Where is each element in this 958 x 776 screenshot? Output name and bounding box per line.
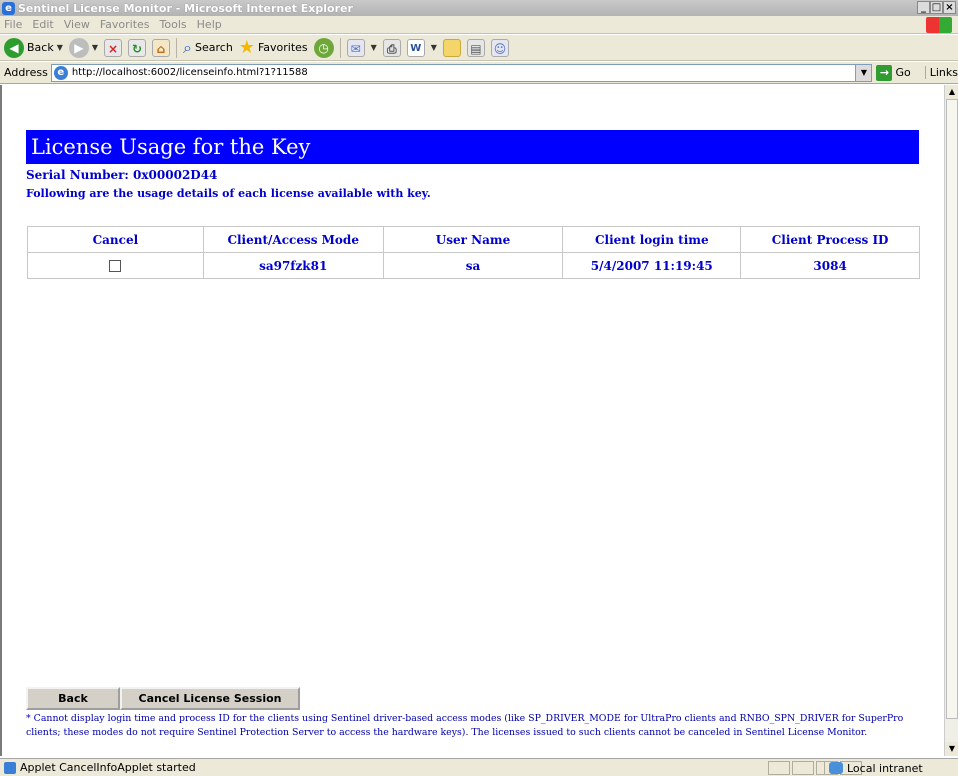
chevron-down-icon[interactable]: ▼ (371, 43, 377, 52)
messenger-icon[interactable]: ☺ (490, 38, 509, 57)
cancel-cell (27, 252, 204, 279)
address-label: Address (4, 66, 48, 79)
minimize-button[interactable]: _ (917, 1, 930, 14)
stop-icon[interactable]: × (104, 38, 123, 57)
cancel-checkbox[interactable] (109, 260, 122, 272)
favorites-button[interactable]: ★ Favorites (239, 37, 308, 58)
header-user-name: User Name (382, 226, 564, 253)
menu-tools[interactable]: Tools (160, 18, 187, 31)
mail-icon[interactable]: ✉ (346, 38, 365, 57)
address-url[interactable]: http://localhost:6002/licenseinfo.html?1… (72, 67, 308, 78)
refresh-icon[interactable]: ↻ (128, 38, 147, 57)
go-button[interactable]: → Go (876, 64, 911, 81)
window-controls: _ □ × (917, 1, 956, 14)
research-icon[interactable]: ▤ (466, 38, 485, 57)
back-arrow-icon: ◀ (4, 37, 24, 58)
client-mode-cell: sa97fzk81 (202, 252, 384, 279)
header-client-mode: Client/Access Mode (202, 226, 384, 253)
back-label: Back (27, 41, 54, 54)
status-panel (792, 761, 814, 775)
home-icon[interactable]: ⌂ (152, 38, 171, 57)
menu-view[interactable]: View (64, 18, 90, 31)
page-status-icon (4, 761, 16, 774)
page-content: License Usage for the Key Serial Number:… (0, 85, 944, 756)
table-header-row: Cancel Client/Access Mode User Name Clie… (27, 226, 920, 253)
serial-number: Serial Number: 0x00002D44 (26, 168, 218, 182)
search-icon: ⌕ (183, 37, 192, 57)
folder-icon[interactable] (442, 38, 461, 57)
status-bar: Applet CancelInfoApplet started Local in… (0, 758, 958, 776)
menu-favorites[interactable]: Favorites (100, 18, 150, 31)
button-row: Back Cancel License Session (26, 687, 300, 710)
vertical-scrollbar[interactable]: ▲ ▼ (944, 85, 958, 756)
scroll-thumb[interactable] (946, 99, 958, 719)
header-process-id: Client Process ID (740, 226, 920, 253)
status-panel (768, 761, 790, 775)
go-arrow-icon: → (876, 64, 893, 81)
toolbar: ◀ Back ▼ ▶ ▼ × ↻ ⌂ ⌕ Search ★ Favorites … (0, 35, 958, 61)
chevron-down-icon[interactable]: ▼ (57, 43, 63, 52)
table-row: sa97fzk81 sa 5/4/2007 11:19:45 3084 (27, 252, 920, 279)
page-icon: e (53, 65, 68, 80)
status-text: Applet CancelInfoApplet started (20, 761, 196, 774)
search-button[interactable]: ⌕ Search (183, 38, 233, 58)
back-page-button[interactable]: Back (26, 687, 120, 710)
favorites-label: Favorites (257, 41, 308, 54)
cancel-license-session-button[interactable]: Cancel License Session (120, 687, 300, 710)
maximize-button[interactable]: □ (930, 1, 943, 14)
history-icon[interactable]: ◷ (313, 37, 334, 58)
header-login-time: Client login time (562, 226, 742, 253)
toolbar-separator (339, 37, 341, 58)
header-cancel: Cancel (27, 226, 204, 253)
forward-arrow-icon: ▶ (68, 37, 89, 58)
scroll-up-icon[interactable]: ▲ (945, 85, 958, 99)
intranet-icon (829, 762, 843, 774)
zone-text: Local intranet (847, 761, 923, 775)
chevron-down-icon[interactable]: ▼ (92, 43, 98, 52)
window-title-bar: e Sentinel License Monitor - Microsoft I… (0, 0, 958, 16)
menu-file[interactable]: File (4, 18, 22, 31)
print-icon[interactable]: ⎙ (382, 38, 401, 57)
menu-bar: File Edit View Favorites Tools Help (0, 16, 958, 34)
scroll-down-icon[interactable]: ▼ (945, 742, 958, 756)
footnote: * Cannot display login time and process … (26, 713, 904, 738)
menu-help[interactable]: Help (197, 18, 222, 31)
back-button[interactable]: ◀ Back ▼ (4, 37, 63, 58)
security-zone: Local intranet (824, 761, 954, 775)
ie-app-icon: e (2, 1, 15, 15)
edit-word-icon[interactable]: W (406, 38, 425, 57)
address-dropdown-icon[interactable]: ▼ (855, 64, 872, 81)
links-button[interactable]: Links (924, 66, 958, 79)
chevron-down-icon[interactable]: ▼ (431, 43, 437, 52)
windows-logo-icon (926, 17, 952, 33)
close-button[interactable]: × (943, 1, 956, 14)
go-label: Go (895, 66, 911, 79)
license-usage-table: Cancel Client/Access Mode User Name Clie… (27, 226, 920, 279)
search-label: Search (195, 41, 233, 54)
window-title: Sentinel License Monitor - Microsoft Int… (18, 1, 353, 15)
process-id-cell: 3084 (740, 252, 920, 279)
user-name-cell: sa (382, 252, 564, 279)
login-time-cell: 5/4/2007 11:19:45 (562, 252, 742, 279)
address-bar: Address e http://localhost:6002/licensei… (0, 62, 958, 84)
address-input[interactable]: e http://localhost:6002/licenseinfo.html… (50, 63, 873, 82)
menu-edit[interactable]: Edit (32, 18, 53, 31)
page-subtitle: Following are the usage details of each … (26, 187, 431, 200)
toolbar-separator (176, 37, 178, 58)
page-title: License Usage for the Key (26, 130, 919, 164)
forward-button[interactable]: ▶ ▼ (68, 37, 98, 58)
star-icon: ★ (238, 37, 255, 58)
